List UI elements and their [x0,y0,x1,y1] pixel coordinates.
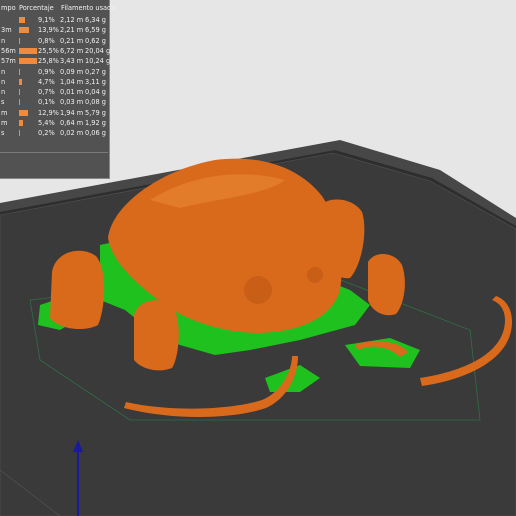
stats-row: 57m 25,8% 3,43 m 10,24 g [0,58,110,68]
row-time: s [1,129,5,138]
header-filament: Filamento usado [61,4,116,12]
row-weight: 0,06 g [85,129,106,138]
row-percent: 25,8% [38,57,59,66]
row-percent: 0,8% [38,36,55,45]
percent-bar [19,47,37,54]
percent-bar [19,78,23,85]
row-weight: 0,04 g [85,88,106,97]
row-percent: 9,1% [38,16,55,24]
row-length: 0,64 m [60,119,84,127]
row-time: 3m [1,26,12,35]
header-time: mpo [1,4,16,12]
row-weight: 5,79 g [85,108,106,117]
row-percent: 13,9% [38,26,59,35]
percent-bar [19,17,26,23]
header-percent: Porcentaje [19,4,54,12]
percent-bar [19,37,20,44]
row-percent: 0,1% [38,98,55,107]
row-time: n [1,36,6,45]
row-percent: 25,5% [38,46,59,55]
row-time: m [1,119,8,127]
row-weight: 6,34 g [85,16,106,24]
row-length: 3,43 m [60,57,84,66]
row-weight: 0,62 g [85,36,106,45]
stats-divider [0,152,108,153]
row-length: 0,09 m [60,67,84,76]
percent-bar [19,58,38,65]
row-percent: 5,4% [38,119,55,127]
row-length: 1,04 m [60,77,84,86]
stats-row: 3m 13,9% 2,21 m 6,59 g [0,27,110,37]
row-length: 0,02 m [60,129,84,138]
percent-bar [19,109,29,116]
percent-bar [19,99,20,106]
row-weight: 3,11 g [85,77,106,86]
sliced-stats-panel: mpo Porcentaje Filamento usado 9,1% 2,12 … [0,0,115,179]
row-percent: 0,9% [38,67,55,76]
row-length: 0,03 m [60,98,84,107]
row-time: n [1,67,6,76]
row-time: n [1,88,6,97]
row-percent: 12,9% [38,108,59,117]
row-length: 2,21 m [60,26,84,35]
percent-bar [19,130,20,137]
percent-bar [19,68,20,75]
row-weight: 10,24 g [85,57,111,66]
percent-bar [19,27,29,34]
row-time: m [1,108,8,117]
stats-row: s 0,1% 0,03 m 0,08 g [0,99,110,109]
row-weight: 0,08 g [85,98,106,107]
percent-bar [19,120,23,126]
row-weight: 0,27 g [85,67,106,76]
row-time: n [1,77,6,86]
row-length: 0,01 m [60,88,84,97]
stats-header-row: mpo Porcentaje Filamento usado [0,4,115,15]
row-time: s [1,98,5,107]
row-weight: 6,59 g [85,26,106,35]
percent-bar [19,89,20,96]
row-length: 1,94 m [60,108,84,117]
row-time: 56m [1,46,16,55]
stats-row: n 0,9% 0,09 m 0,27 g [0,67,110,79]
row-time: 57m [1,57,16,66]
stats-row: s 0,2% 0,02 m 0,06 g [0,130,110,140]
row-length: 6,72 m [60,46,84,55]
row-length: 2,12 m [60,16,84,24]
row-percent: 4,7% [38,77,55,86]
row-weight: 1,92 g [85,119,106,127]
row-percent: 0,2% [38,129,55,138]
row-percent: 0,7% [38,88,55,97]
row-weight: 20,04 g [85,46,111,55]
row-length: 0,21 m [60,36,84,45]
